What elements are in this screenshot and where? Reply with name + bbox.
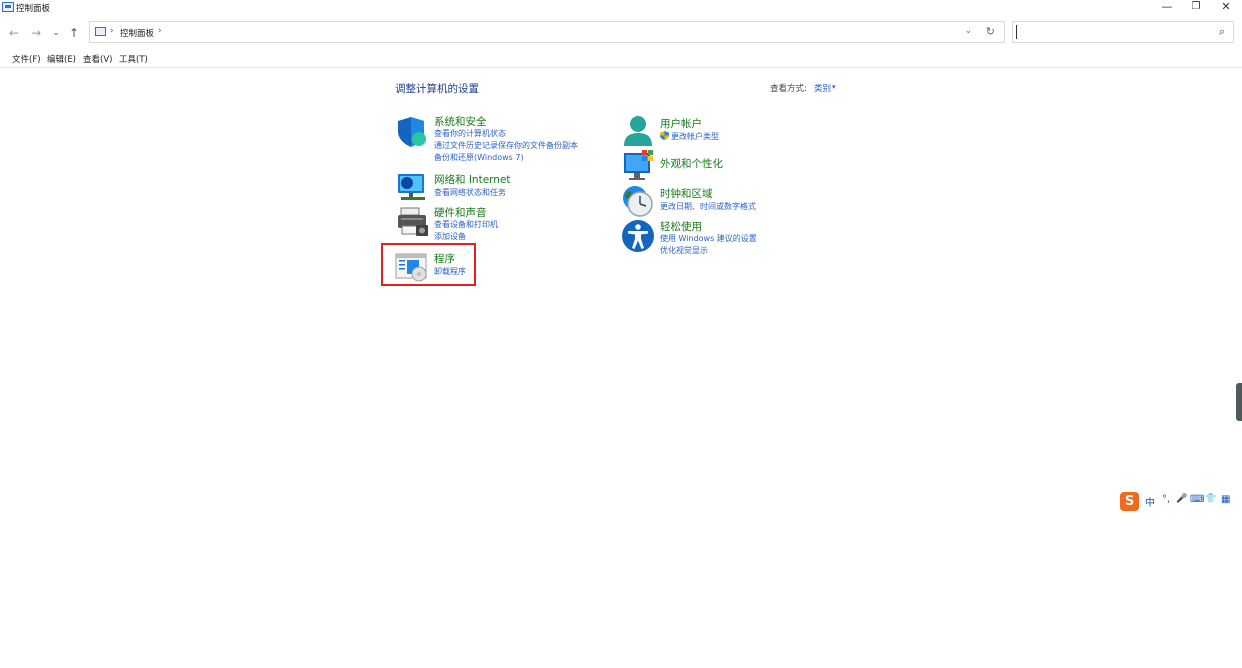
view-by-caret-icon[interactable]: ▾ bbox=[832, 83, 836, 91]
microphone-icon[interactable]: 🎤 bbox=[1176, 494, 1187, 504]
link-view-computer-status[interactable]: 查看你的计算机状态 bbox=[434, 128, 506, 139]
printer-icon[interactable] bbox=[396, 205, 430, 239]
accessibility-icon[interactable] bbox=[621, 219, 655, 253]
toolbox-icon[interactable]: ▦ bbox=[1221, 494, 1230, 505]
category-network-internet[interactable]: 网络和 Internet bbox=[434, 172, 511, 187]
link-optimize-visual-display[interactable]: 优化视觉显示 bbox=[660, 245, 708, 256]
menu-tools[interactable]: 工具(T) bbox=[119, 53, 148, 65]
search-icon[interactable]: ⌕ bbox=[1219, 25, 1225, 39]
address-dropdown-icon[interactable]: ⌄ bbox=[964, 26, 972, 36]
category-appearance[interactable]: 外观和个性化 bbox=[660, 156, 723, 171]
address-bar[interactable]: › 控制面板 › ⌄ ↻ bbox=[89, 21, 1005, 43]
category-ease-of-access[interactable]: 轻松使用 bbox=[660, 219, 702, 234]
category-system-security[interactable]: 系统和安全 bbox=[434, 114, 487, 129]
refresh-icon[interactable]: ↻ bbox=[986, 25, 995, 38]
category-clock-region[interactable]: 时钟和区域 bbox=[660, 186, 713, 201]
breadcrumb-separator[interactable]: › bbox=[158, 26, 162, 36]
breadcrumb-separator[interactable]: › bbox=[110, 26, 114, 36]
search-input[interactable] bbox=[1016, 25, 1207, 39]
appearance-icon[interactable] bbox=[622, 150, 656, 184]
link-windows-suggested-settings[interactable]: 使用 Windows 建议的设置 bbox=[660, 233, 757, 244]
link-backup-restore[interactable]: 备份和还原(Windows 7) bbox=[434, 152, 524, 163]
highlight-box bbox=[381, 243, 476, 286]
ime-toolbar: S 中 °, 🎤 ⌨ 👕 ▦ bbox=[1120, 492, 1236, 511]
link-file-history[interactable]: 通过文件历史记录保存你的文件备份副本 bbox=[434, 140, 578, 151]
keyboard-icon[interactable]: ⌨ bbox=[1190, 494, 1204, 505]
forward-button[interactable]: → bbox=[28, 25, 44, 41]
side-panel-handle[interactable] bbox=[1236, 383, 1242, 421]
view-by-dropdown[interactable]: 类别 bbox=[814, 82, 831, 94]
uac-shield-icon bbox=[660, 131, 669, 140]
breadcrumb-control-panel[interactable]: 控制面板 bbox=[120, 27, 154, 39]
menu-view[interactable]: 查看(V) bbox=[83, 53, 112, 65]
category-user-accounts[interactable]: 用户帐户 bbox=[660, 116, 702, 131]
punctuation-icon[interactable]: °, bbox=[1162, 494, 1170, 505]
link-network-status[interactable]: 查看网络状态和任务 bbox=[434, 187, 506, 198]
search-box[interactable]: ⌕ bbox=[1012, 21, 1234, 43]
close-button[interactable]: ✕ bbox=[1211, 0, 1241, 14]
link-change-date-time[interactable]: 更改日期、时间或数字格式 bbox=[660, 201, 756, 212]
skin-icon[interactable]: 👕 bbox=[1205, 494, 1216, 504]
network-icon[interactable] bbox=[395, 170, 429, 204]
sogou-logo-icon[interactable]: S bbox=[1120, 492, 1139, 511]
up-button[interactable]: ↑ bbox=[66, 25, 82, 41]
user-icon[interactable] bbox=[621, 114, 655, 148]
control-panel-icon bbox=[2, 2, 14, 12]
view-by-label: 查看方式: bbox=[770, 84, 807, 94]
maximize-button[interactable]: ❐ bbox=[1181, 0, 1211, 14]
category-hardware-sound[interactable]: 硬件和声音 bbox=[434, 205, 487, 220]
shield-icon[interactable] bbox=[396, 115, 430, 149]
ime-mode-toggle[interactable]: 中 bbox=[1145, 494, 1155, 509]
menu-edit[interactable]: 编辑(E) bbox=[47, 53, 76, 65]
link-add-device[interactable]: 添加设备 bbox=[434, 231, 466, 242]
link-change-account-type[interactable]: 更改帐户类型 bbox=[671, 131, 719, 142]
page-title: 调整计算机的设置 bbox=[395, 83, 479, 95]
link-devices-printers[interactable]: 查看设备和打印机 bbox=[434, 219, 498, 230]
minimize-button[interactable]: — bbox=[1152, 0, 1182, 14]
window-title: 控制面板 bbox=[16, 4, 51, 14]
menu-file[interactable]: 文件(F) bbox=[12, 53, 41, 65]
clock-globe-icon[interactable] bbox=[621, 184, 655, 218]
title-bar: 控制面板 — ❐ ✕ bbox=[0, 0, 1242, 16]
recent-locations-button[interactable]: ⌄ bbox=[48, 25, 64, 41]
control-panel-icon bbox=[95, 27, 106, 36]
menu-bar: 文件(F) 编辑(E) 查看(V) 工具(T) bbox=[0, 50, 1242, 68]
back-button[interactable]: ← bbox=[6, 25, 22, 41]
